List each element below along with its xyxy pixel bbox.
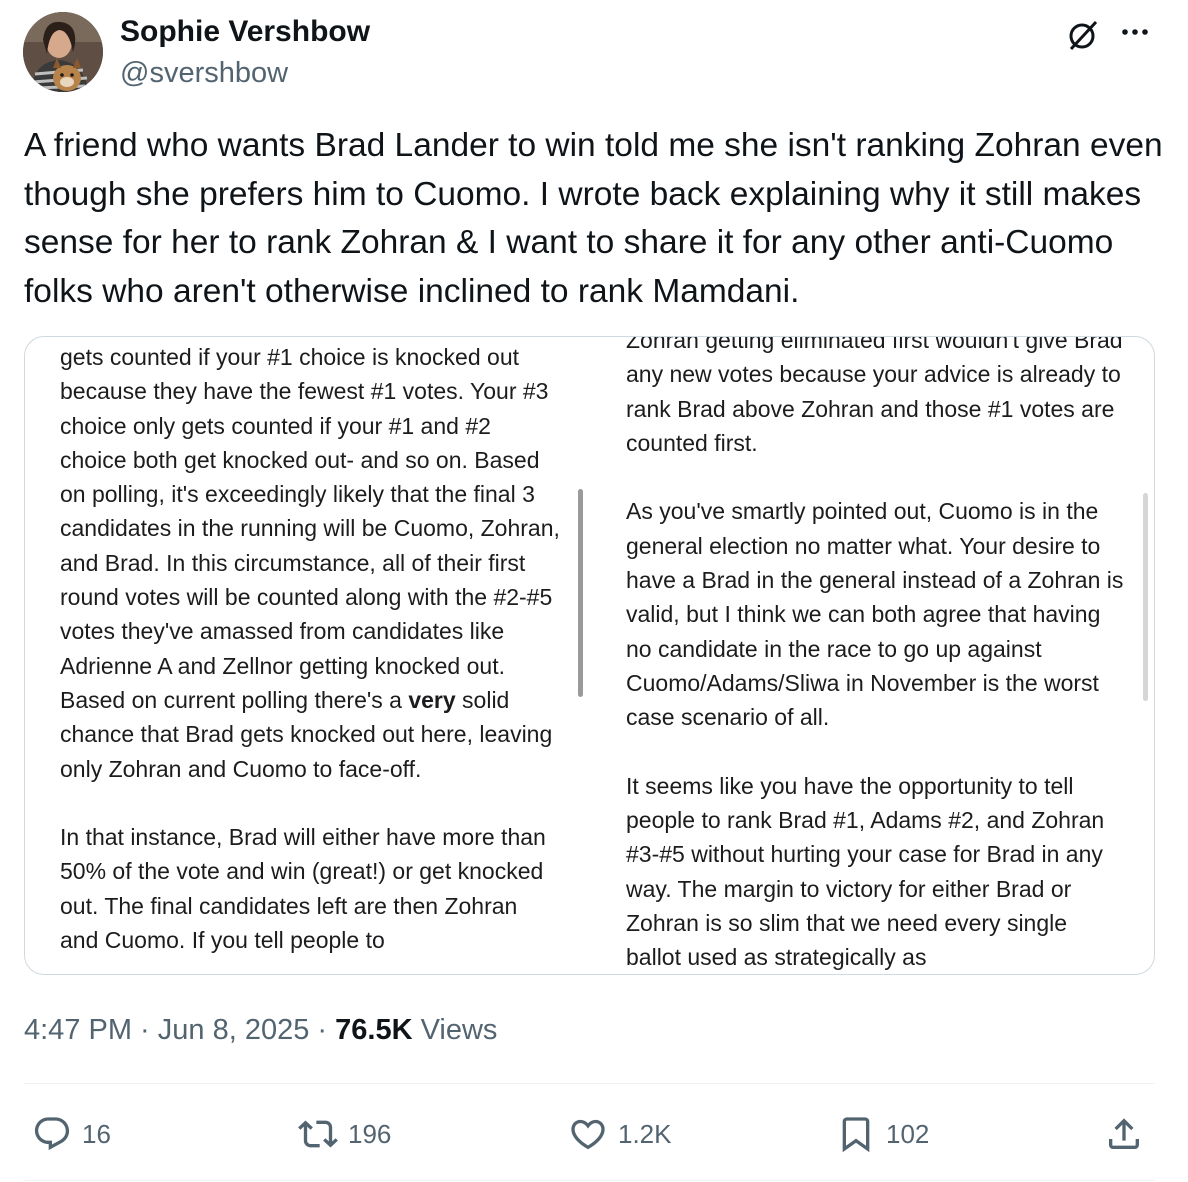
tweet-text: A friend who wants Brad Lander to win to…	[24, 127, 1163, 310]
like-button[interactable]: 1.2K	[568, 1110, 672, 1158]
media-left-column: gets counted if your #1 choice is knocke…	[60, 340, 560, 957]
left-scrollbar	[578, 489, 583, 697]
reply-icon	[34, 1117, 70, 1151]
repost-count: 196	[348, 1118, 392, 1149]
reply-button[interactable]: 16	[32, 1110, 111, 1158]
meta-separator: ·	[309, 1014, 336, 1046]
tweet-meta: 4:47 PM · Jun 8, 2025 · 76.5K Views	[24, 1010, 497, 1050]
media-left-paragraph-2: In that instance, Brad will either have …	[60, 824, 546, 954]
avatar[interactable]	[23, 12, 103, 92]
media-left-paragraph-1: gets counted if your #1 choice is knocke…	[60, 340, 560, 786]
bookmark-count: 102	[886, 1118, 930, 1149]
share-icon	[1109, 1118, 1139, 1149]
views-count: 76.5K	[335, 1014, 413, 1046]
tweet-date[interactable]: Jun 8, 2025	[158, 1014, 310, 1046]
media-right-column: Zohran getting eliminated first wouldn't…	[626, 336, 1126, 974]
bookmark-icon	[842, 1117, 870, 1153]
bookmark-button[interactable]: 102	[836, 1110, 929, 1158]
reply-count: 16	[82, 1118, 111, 1149]
meta-separator: ·	[132, 1014, 158, 1046]
media-right-paragraph-2: As you've smartly pointed out, Cuomo is …	[626, 498, 1124, 731]
divider	[24, 1180, 1155, 1181]
tweet-time[interactable]: 4:47 PM	[24, 1014, 132, 1046]
media-right-paragraph-1: Zohran getting eliminated first wouldn't…	[626, 336, 1123, 456]
avatar-image	[23, 12, 103, 92]
media-left-text-a: gets counted if your #1 choice is knocke…	[60, 344, 560, 713]
repost-button[interactable]: 196	[298, 1110, 391, 1158]
share-button[interactable]	[1104, 1110, 1154, 1158]
like-count: 1.2K	[618, 1118, 672, 1149]
repost-icon	[298, 1120, 338, 1148]
tweet-media[interactable]: gets counted if your #1 choice is knocke…	[24, 336, 1155, 975]
views-label: Views	[412, 1014, 498, 1046]
author-handle[interactable]: @svershbow	[120, 56, 288, 90]
media-left-bold: very	[408, 686, 456, 713]
media-right-paragraph-3: It seems like you have the opportunity t…	[626, 772, 1105, 971]
divider	[24, 1083, 1155, 1084]
grok-icon[interactable]	[1066, 18, 1100, 57]
heart-icon	[571, 1119, 605, 1150]
more-icon[interactable]	[1120, 22, 1154, 47]
author-name[interactable]: Sophie Vershbow	[120, 14, 370, 50]
right-scrollbar	[1143, 493, 1148, 701]
